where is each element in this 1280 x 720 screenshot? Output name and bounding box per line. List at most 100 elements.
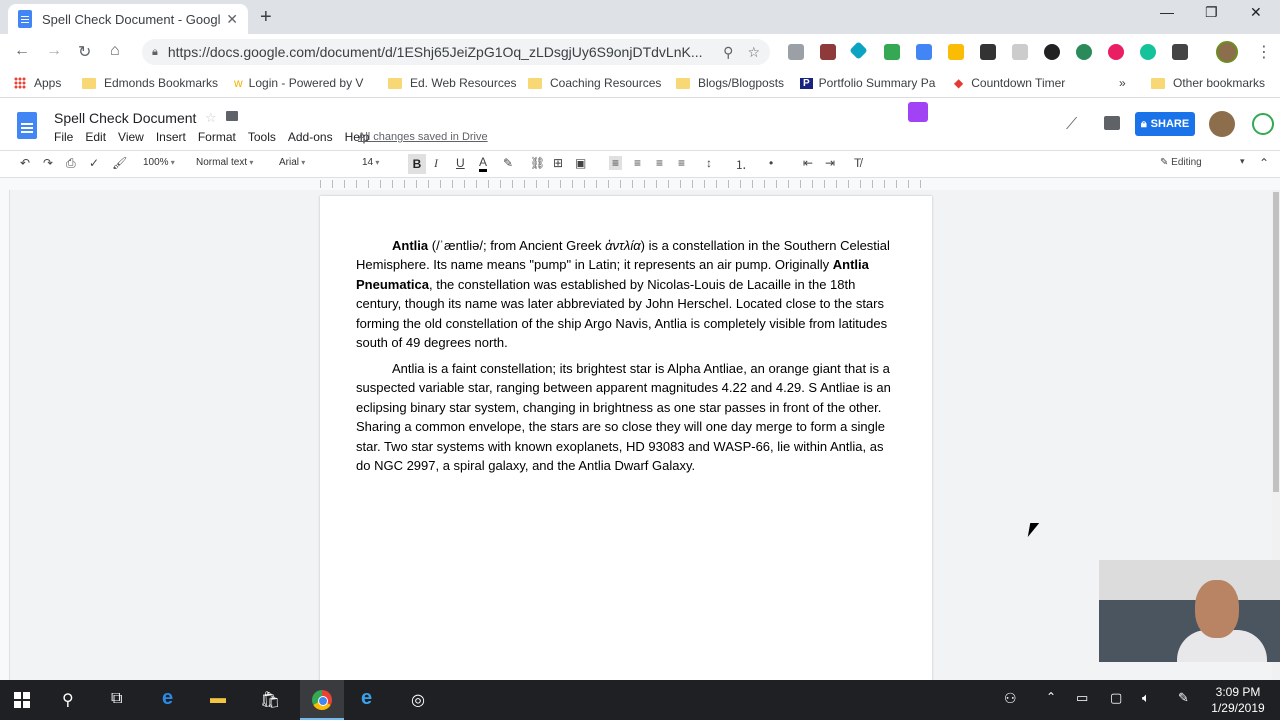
show-hidden-icons[interactable]: ⌃ [1046,690,1056,704]
extension-icon[interactable] [788,44,804,60]
globe-extension-icon[interactable] [1076,44,1092,60]
url-text[interactable]: https://docs.google.com/document/d/1EShj… [168,44,709,60]
menu-tools[interactable]: Tools [248,130,276,144]
editing-mode-select[interactable]: ✎ Editing [1160,157,1202,168]
text-color-button[interactable]: A [479,156,488,172]
menu-view[interactable]: View [118,130,144,144]
circle-extension-icon[interactable] [1044,44,1060,60]
keep-extension-icon[interactable] [1172,44,1188,60]
volume-icon[interactable]: 🔈︎ [1142,690,1150,706]
bookmark-apps[interactable]: Apps [14,76,61,90]
add-comment-icon[interactable]: ⊞ [553,156,563,170]
new-tab-icon[interactable]: + [260,6,272,29]
bookmark-link[interactable]: P Portfolio Summary Pa [800,76,936,90]
screenshot-extension-icon[interactable] [1012,44,1028,60]
bookmark-star-icon[interactable]: ☆ [747,44,760,61]
close-tab-icon[interactable]: ✕ [226,11,238,28]
edge-icon[interactable]: e [162,687,173,710]
vertical-ruler[interactable] [0,190,10,680]
store-icon[interactable]: 🛍︎ [260,690,280,710]
underline-button[interactable]: U [456,156,465,170]
line-spacing-icon[interactable]: ↕ [706,156,712,170]
paragraph-2[interactable]: Antlia is a faint constellation; its bri… [356,359,896,475]
translate-extension-icon[interactable] [916,44,932,60]
justify-icon[interactable]: ≡ [678,156,685,170]
scrollbar-thumb[interactable] [1273,192,1279,492]
ie-icon[interactable]: e [361,687,372,710]
bookmark-folder[interactable]: Blogs/Blogposts [676,76,784,90]
align-left-icon[interactable]: ≡ [609,156,623,170]
restore-icon[interactable]: ❐ [1205,4,1218,21]
back-icon[interactable]: ← [14,42,30,60]
zoom-icon[interactable]: ⚲ [723,44,733,61]
menu-file[interactable]: File [54,130,73,144]
share-button[interactable]: 🔒︎ SHARE [1135,112,1195,136]
numbered-list-icon[interactable]: ⒈ [735,156,747,173]
task-view-icon[interactable]: ⧉ [111,690,122,708]
move-folder-icon[interactable] [226,111,238,121]
document-title[interactable]: Spell Check Document [54,110,196,126]
saved-status[interactable]: All changes saved in Drive [358,131,488,143]
docs-home-icon[interactable] [17,112,37,139]
redo-icon[interactable]: ↷ [43,156,53,170]
minimize-icon[interactable]: — [1160,4,1174,20]
decrease-indent-icon[interactable]: ⇤ [803,156,813,170]
obs-icon[interactable]: ◎ [411,690,425,710]
bookmark-folder[interactable]: Ed. Web Resources [388,76,517,90]
bold-button[interactable]: B [408,154,426,174]
clear-formatting-icon[interactable]: T̸ [854,156,861,170]
bookmark-link[interactable]: w Login - Powered by V [234,76,372,90]
drive-extension-icon[interactable] [948,44,964,60]
close-window-icon[interactable]: ✕ [1250,4,1262,21]
paragraph-1[interactable]: Antlia (/ˈæntliə/; from Ancient Greek ἀν… [356,236,896,352]
zoom-select[interactable]: 100% [143,157,175,168]
highlight-icon[interactable]: ✎ [503,156,513,170]
menu-insert[interactable]: Insert [156,130,186,144]
network-icon[interactable]: ▢ [1110,690,1122,706]
people-icon[interactable]: ⚇ [1004,690,1017,707]
paint-format-icon[interactable]: 🖌︎ [112,156,127,170]
style-select[interactable]: Normal text [196,157,253,168]
increase-indent-icon[interactable]: ⇥ [825,156,835,170]
reload-icon[interactable]: ↻ [78,42,91,62]
bulleted-list-icon[interactable]: • [769,156,773,170]
undo-icon[interactable]: ↶ [20,156,30,170]
mode-dropdown-icon[interactable]: ▾ [1240,156,1245,167]
puzzle-extension-icon[interactable] [980,44,996,60]
heart-extension-icon[interactable] [1108,44,1124,60]
collapse-menu-icon[interactable]: ⌃ [1259,156,1269,170]
help-icon[interactable] [1252,113,1274,135]
bookmark-link[interactable]: ◆ Countdown Timer [954,76,1065,90]
bookmark-folder[interactable]: Edmonds Bookmarks [82,76,218,90]
profile-avatar[interactable] [1216,41,1238,63]
italic-button[interactable]: I [434,156,438,171]
print-icon[interactable]: ⎙ [66,156,76,171]
activity-icon[interactable]: ⟋ [1066,116,1077,134]
bookmarks-overflow-icon[interactable]: » [1119,76,1126,90]
chrome-menu-icon[interactable]: ⋮ [1256,42,1272,62]
font-size-select[interactable]: 14 [362,157,379,168]
browser-tab[interactable]: Spell Check Document - Google ✕ [8,4,248,34]
forward-icon[interactable]: → [46,42,62,60]
pen-icon[interactable]: ✎ [1178,690,1189,706]
menu-edit[interactable]: Edit [85,130,106,144]
windows-start-icon[interactable] [14,692,30,708]
lock-icon[interactable]: 🔒︎ [152,46,158,59]
home-icon[interactable]: ⌂ [110,42,120,60]
bookmark-folder[interactable]: Coaching Resources [528,76,661,90]
grammarly-icon[interactable] [1140,44,1156,60]
spellcheck-icon[interactable]: ✓ [89,156,99,170]
file-explorer-icon[interactable]: ▬ [210,690,226,708]
star-icon[interactable]: ☆ [205,110,217,126]
link-icon[interactable]: ⛓ [530,156,545,170]
cast-extension-icon[interactable] [884,44,900,60]
system-clock[interactable]: 3:09 PM 1/29/2019 [1210,684,1266,716]
font-select[interactable]: Arial [279,157,339,168]
bookmark-other[interactable]: Other bookmarks [1151,76,1265,90]
menu-format[interactable]: Format [198,130,236,144]
horizontal-ruler[interactable] [0,178,1280,190]
comments-icon[interactable] [1104,116,1120,130]
align-center-icon[interactable]: ≡ [634,156,641,170]
account-avatar[interactable] [1209,111,1235,137]
insert-image-icon[interactable]: ▣ [575,156,586,170]
